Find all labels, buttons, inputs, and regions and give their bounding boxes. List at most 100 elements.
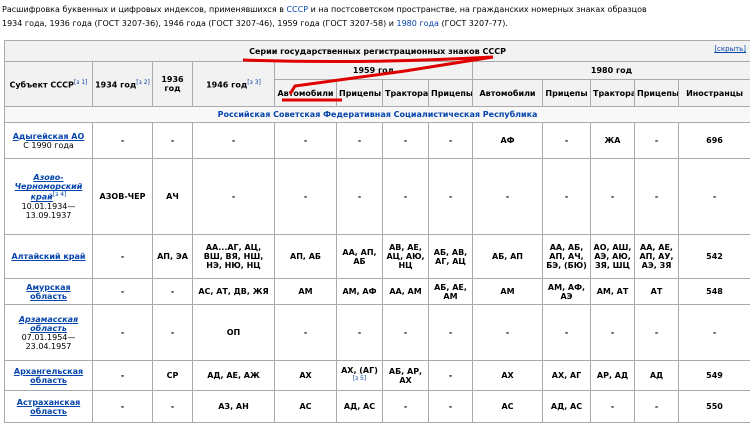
series-value: АА, АЕ, АП, АУ, АЭ, ЗЯ (639, 243, 674, 270)
plates-table-wrapper: Серии государственных регистрационных зн… (3, 40, 750, 423)
series-cell: АБ, АР, АХ (382, 360, 429, 391)
series-value: - (170, 402, 175, 411)
series-cell: 550 (677, 390, 750, 423)
series-cell: - (590, 158, 635, 235)
region-link[interactable]: Астраханская область (17, 398, 81, 416)
series-cell: АМ (274, 278, 337, 305)
region-date: 10.01.1934—13.09.1937 (21, 201, 76, 220)
series-cell: - (542, 158, 591, 235)
series-cell: АП, ЭА (152, 234, 193, 279)
series-value: - (357, 328, 362, 337)
series-value: АБ, АВ, АГ, АЦ (433, 247, 468, 266)
series-value: АС (501, 402, 514, 411)
series-value: - (610, 328, 615, 337)
series-cell: АЧ (152, 158, 193, 235)
table-title: Серии государственных регистрационных зн… (3, 40, 750, 62)
ref-z1[interactable]: [з 1] (74, 79, 88, 86)
series-value: СР (166, 371, 179, 380)
series-value: ОП (226, 328, 241, 337)
series-cell: СР (152, 360, 193, 391)
series-cell: - (336, 304, 383, 361)
series-cell: ОП (192, 304, 275, 361)
series-cell: ЖА (590, 122, 635, 159)
series-cell: 548 (677, 278, 750, 305)
series-value: - (170, 136, 175, 145)
series-value: - (120, 252, 125, 261)
series-value: - (231, 136, 236, 145)
region-cell: Амурская область (4, 278, 93, 305)
region-link[interactable]: Амурская область (26, 283, 70, 301)
ref-z2[interactable]: [з 2] (136, 79, 150, 86)
series-cell: 549 (677, 360, 750, 391)
series-value: - (120, 136, 125, 145)
series-cell: - (542, 304, 591, 361)
series-cell: АО, АШ, АЭ, АЮ, ЗЯ, ШЦ (590, 234, 635, 279)
region-link[interactable]: Архангельская область (14, 367, 83, 385)
series-cell: АР, АД (590, 360, 635, 391)
series-cell: - (152, 304, 193, 361)
series-value: АД, АС (343, 402, 376, 411)
region-link[interactable]: Азово-Черноморский край (15, 173, 83, 202)
series-value: ЖА (604, 136, 621, 145)
series-value: АА, АП, АБ (342, 247, 377, 266)
series-value: - (610, 192, 615, 201)
series-value: - (448, 192, 453, 201)
series-cell: АМ, АТ (590, 278, 635, 305)
region-link[interactable]: Алтайский край (11, 252, 85, 261)
ref-z3[interactable]: [з 3] (247, 79, 261, 86)
series-value: - (505, 328, 510, 337)
series-value: АП, АБ (290, 252, 321, 261)
series-cell: АХ, АГ (542, 360, 591, 391)
series-value: АС, АТ, ДВ, ЖЯ (198, 287, 269, 296)
region-link[interactable]: Арзамасская область (19, 315, 78, 333)
series-cell: - (274, 122, 337, 159)
series-cell: АА, АЕ, АП, АУ, АЭ, ЗЯ (634, 234, 679, 279)
region-date: С 1990 года (23, 140, 74, 150)
sub-1959-trailers: Прицепы (336, 79, 383, 107)
series-cell: - (382, 158, 429, 235)
region-cell: Астраханская область (4, 390, 93, 423)
series-value: 549 (706, 371, 723, 380)
series-value: АХ (501, 371, 514, 380)
series-value: АД, АЕ, АЖ (207, 371, 260, 380)
series-value: АА...АГ, АЦ, ВШ, ВЯ, НШ, НЭ, НЮ, НЦ (203, 243, 264, 270)
series-cell: - (590, 304, 635, 361)
series-value: 696 (706, 136, 723, 145)
series-value: АД (649, 371, 664, 380)
region-ref[interactable]: [з 4] (53, 191, 67, 198)
series-value: АМ (298, 287, 313, 296)
series-value: - (403, 328, 408, 337)
region-link[interactable]: Адыгейская АО (13, 132, 85, 141)
region-cell: Архангельская область (4, 360, 93, 391)
sub-1959-tractors: Трактора (382, 79, 429, 107)
series-value: АТ (650, 287, 663, 296)
series-cell: - (428, 360, 473, 391)
intro-text-4: (ГОСТ 3207-77). (438, 19, 508, 28)
series-value: - (448, 328, 453, 337)
ussr-link[interactable]: СССР (286, 5, 308, 14)
series-value: АМ, АФ (342, 287, 377, 296)
series-value: АВ, АЕ, АЦ, АЮ, НЦ (386, 243, 425, 270)
table-row: Азово-Черноморский край[з 4] 10.01.1934—1… (4, 158, 750, 235)
series-cell: АС, АТ, ДВ, ЖЯ (192, 278, 275, 305)
cell-ref[interactable]: [з 5] (353, 375, 367, 382)
series-value: АБ, АЕ, АМ (434, 282, 467, 301)
intro-text-2: и на постсоветском пространстве, на граж… (308, 5, 647, 14)
series-value: - (120, 371, 125, 380)
series-cell: - (382, 390, 429, 423)
group-rsfsr-link[interactable]: Российская Советская Федеративная Социал… (218, 110, 538, 119)
series-cell: - (192, 158, 275, 235)
series-cell: - (92, 304, 153, 361)
series-cell: - (472, 304, 543, 361)
series-cell: АА...АГ, АЦ, ВШ, ВЯ, НШ, НЭ, НЮ, НЦ (192, 234, 275, 279)
series-value: 550 (706, 402, 723, 411)
table-title-text: Серии государственных регистрационных зн… (249, 46, 506, 56)
series-value: - (712, 192, 717, 201)
series-value: - (712, 328, 717, 337)
series-value: АМ (500, 287, 515, 296)
series-value: - (403, 136, 408, 145)
hide-toggle[interactable]: [скрыть] (714, 45, 746, 53)
series-cell: - (542, 122, 591, 159)
col-1959: 1959 год (274, 61, 473, 80)
year-1980-link[interactable]: 1980 года (396, 19, 438, 28)
